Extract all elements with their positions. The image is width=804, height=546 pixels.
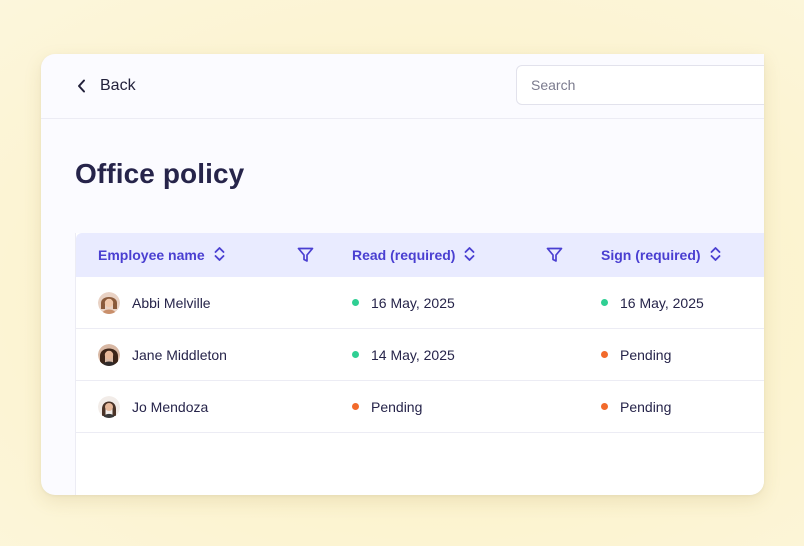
search-input[interactable] <box>516 65 764 105</box>
employee-cell: Jane Middleton <box>98 329 227 380</box>
top-bar: Back <box>41 54 764 119</box>
status-dot <box>601 351 608 358</box>
read-cell: Pending <box>352 381 422 432</box>
table-row[interactable]: Jo Mendoza Pending Pending <box>76 381 764 433</box>
avatar <box>98 291 120 314</box>
read-value: Pending <box>371 398 423 415</box>
column-header-read[interactable]: Read (required) <box>352 233 475 277</box>
column-header-sign[interactable]: Sign (required) <box>601 233 721 277</box>
read-value: 16 May, 2025 <box>371 294 455 311</box>
status-dot <box>352 403 359 410</box>
avatar <box>98 343 120 366</box>
back-button[interactable]: Back <box>77 74 136 98</box>
read-cell: 14 May, 2025 <box>352 329 455 380</box>
sort-icon[interactable] <box>464 246 475 265</box>
read-value: 14 May, 2025 <box>371 346 455 363</box>
table-row[interactable]: Jane Middleton 14 May, 2025 Pending <box>76 329 764 381</box>
status-dot <box>601 403 608 410</box>
employee-table: Employee name Read (required) Sign (requ… <box>75 233 764 495</box>
status-dot <box>601 299 608 306</box>
column-label-sign: Sign (required) <box>601 247 701 263</box>
column-header-employee-name[interactable]: Employee name <box>98 233 225 277</box>
app-frame: Back Office policy Employee name Read (r… <box>0 0 804 546</box>
filter-icon[interactable] <box>546 247 563 268</box>
status-dot <box>352 299 359 306</box>
sign-value: Pending <box>620 398 672 415</box>
column-label-employee-name: Employee name <box>98 247 205 263</box>
status-dot <box>352 351 359 358</box>
read-cell: 16 May, 2025 <box>352 277 455 328</box>
employee-cell: Abbi Melville <box>98 277 211 328</box>
back-label: Back <box>100 77 136 94</box>
page-title: Office policy <box>75 158 245 189</box>
employee-cell: Jo Mendoza <box>98 381 208 432</box>
sort-icon[interactable] <box>214 246 225 265</box>
employee-name: Jane Middleton <box>132 346 227 363</box>
employee-name: Abbi Melville <box>132 294 211 311</box>
employee-name: Jo Mendoza <box>132 398 209 415</box>
sort-icon[interactable] <box>710 246 721 265</box>
column-label-read: Read (required) <box>352 247 456 263</box>
avatar <box>98 395 120 418</box>
sign-cell: 16 May, 2025 <box>601 277 704 328</box>
table-header: Employee name Read (required) Sign (requ… <box>76 233 764 277</box>
chevron-left-icon <box>77 79 86 93</box>
policy-card: Back Office policy Employee name Read (r… <box>41 54 764 495</box>
filter-icon[interactable] <box>297 247 314 268</box>
table-row[interactable]: Abbi Melville 16 May, 2025 16 May, 2025 <box>76 277 764 329</box>
sign-value: Pending <box>620 346 672 363</box>
sign-value: 16 May, 2025 <box>620 294 704 311</box>
sign-cell: Pending <box>601 381 671 432</box>
sign-cell: Pending <box>601 329 671 380</box>
